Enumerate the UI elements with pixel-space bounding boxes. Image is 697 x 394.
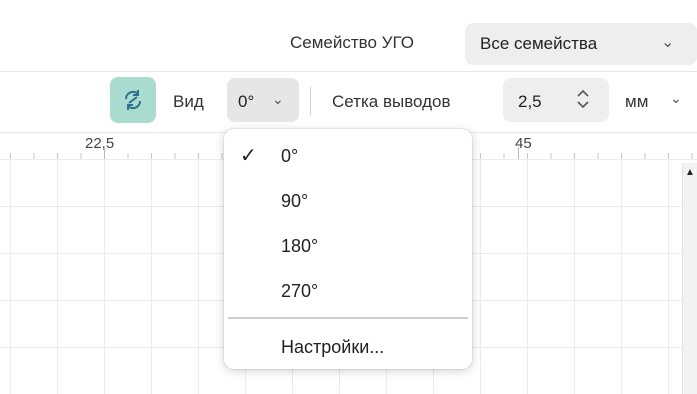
top-bar: Семейство УГО Все семейства ⌄ — [0, 0, 697, 72]
menu-item-180[interactable]: 180° — [281, 236, 318, 257]
ruler-label: 22,5 — [85, 135, 115, 152]
chevron-down-icon: ⌄ — [661, 34, 675, 51]
view-dropdown-menu: ✓ 0° 90° 180° 270° Настройки... — [224, 129, 472, 369]
symbol-family-select[interactable]: Все семейства ⌄ — [465, 23, 697, 65]
pin-grid-stepper[interactable]: 2,5 — [503, 78, 609, 122]
toolbar-divider — [310, 86, 311, 116]
chevron-down-icon: ⌄ — [272, 91, 284, 107]
ruler-major-tick — [518, 147, 519, 159]
checkmark-icon: ✓ — [240, 145, 257, 167]
rotate-arrows-icon — [124, 90, 142, 110]
view-toolbar: Вид 0° ⌄ Сетка выводов 2,5 мм ⌄ — [0, 72, 697, 133]
ruler-major-tick — [104, 147, 105, 159]
rotate-button[interactable] — [110, 77, 156, 123]
symbol-family-value: Все семейства — [480, 34, 598, 53]
view-select[interactable]: 0° ⌄ — [227, 78, 299, 122]
vertical-scrollbar[interactable]: ▲ — [682, 163, 697, 394]
menu-item-270[interactable]: 270° — [281, 281, 318, 302]
chevron-down-icon[interactable]: ⌄ — [670, 90, 682, 107]
stepper-arrows-icon[interactable] — [576, 87, 590, 111]
view-select-value: 0° — [238, 92, 255, 111]
unit-select[interactable]: мм — [625, 92, 648, 112]
menu-item-90[interactable]: 90° — [281, 191, 308, 212]
symbol-family-label: Семейство УГО — [290, 33, 414, 52]
menu-divider — [228, 317, 468, 319]
menu-item-settings[interactable]: Настройки... — [281, 337, 384, 358]
pin-grid-value: 2,5 — [518, 92, 542, 111]
view-label: Вид — [173, 92, 204, 111]
menu-item-0[interactable]: 0° — [281, 146, 298, 167]
pin-grid-label: Сетка выводов — [332, 92, 451, 111]
scroll-up-icon[interactable]: ▲ — [685, 167, 695, 178]
